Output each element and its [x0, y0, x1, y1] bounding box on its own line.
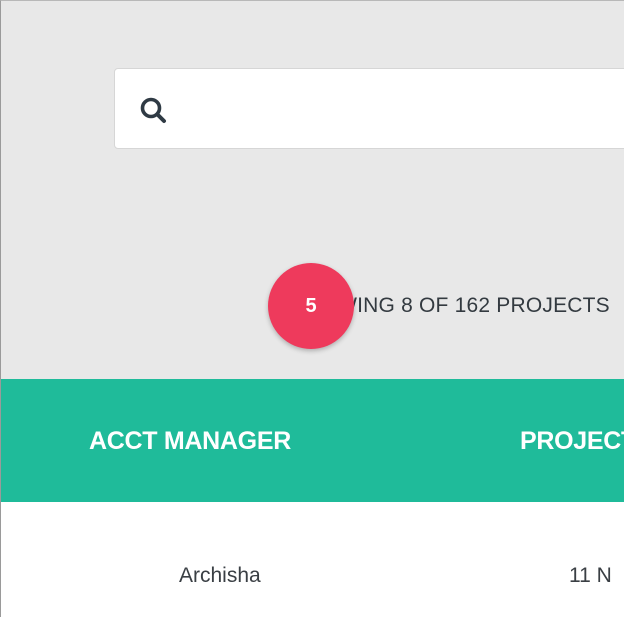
column-header-acct-manager[interactable]: ACCT MANAGER: [89, 427, 291, 456]
search-icon[interactable]: [138, 95, 170, 127]
filter-panel: SHOWING 8 OF 162 PROJECTS 5: [1, 1, 624, 379]
search-input[interactable]: [185, 89, 624, 131]
cell-project: 11 N: [569, 564, 612, 587]
column-header-project[interactable]: PROJECT: [520, 427, 624, 456]
search-box[interactable]: [114, 68, 624, 149]
table-header: ACCT MANAGER PROJECT: [1, 379, 624, 502]
step-badge: 5: [268, 263, 354, 349]
cell-acct-manager: Archisha: [179, 564, 261, 587]
table-row[interactable]: Archisha 11 N: [1, 502, 624, 617]
app-window: SHOWING 8 OF 162 PROJECTS 5 ACCT MANAGER…: [0, 0, 624, 617]
